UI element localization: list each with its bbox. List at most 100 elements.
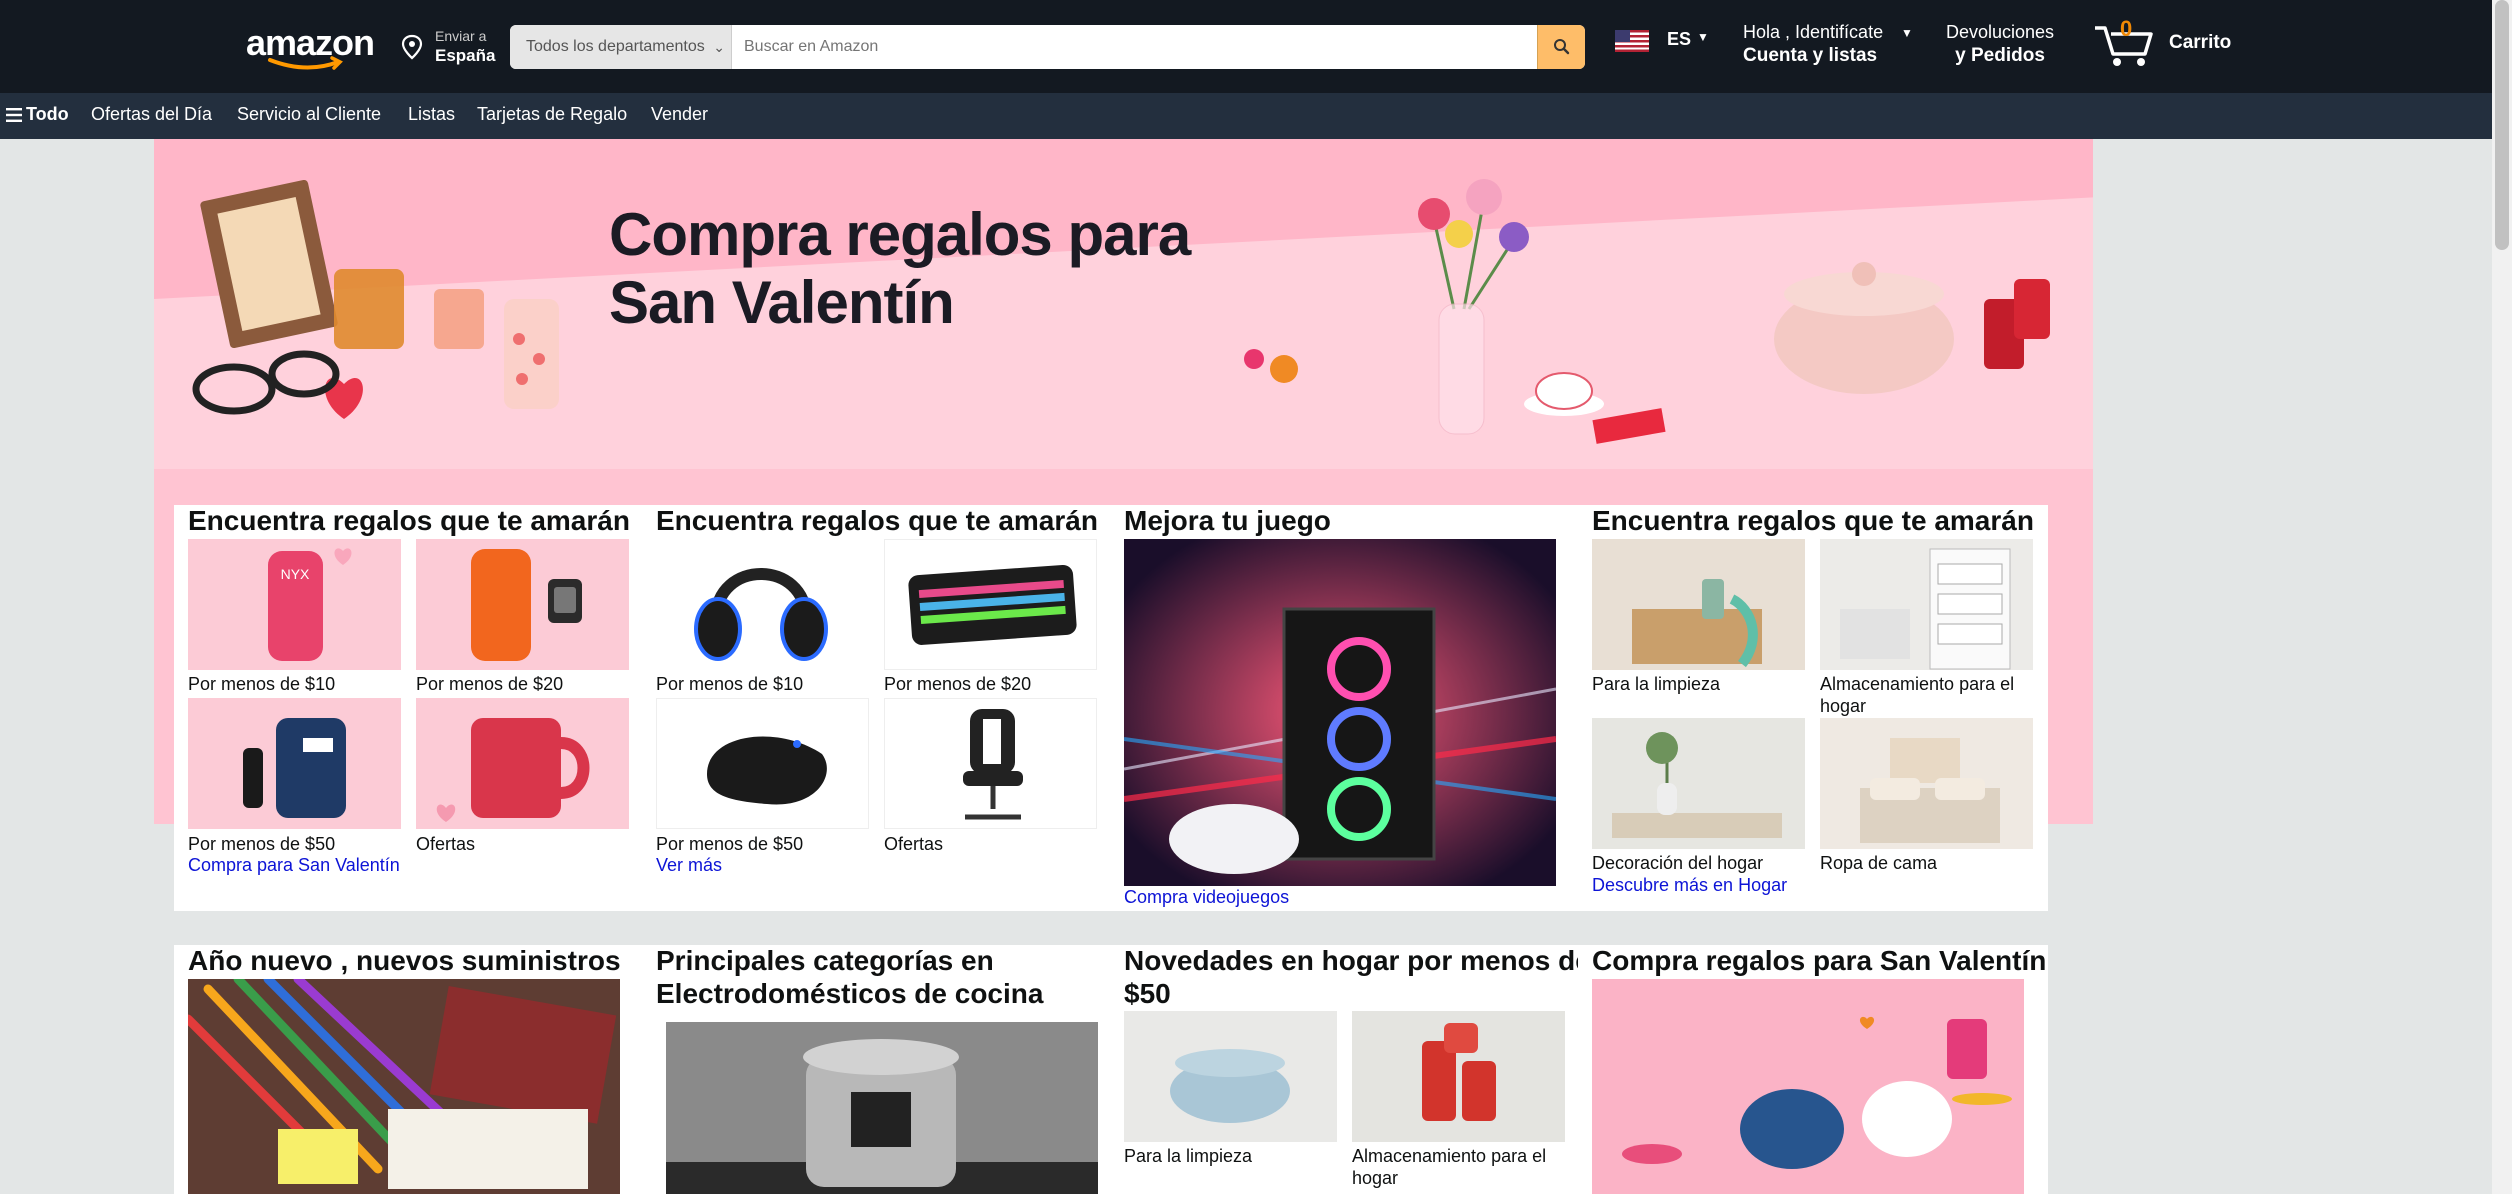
cart-label: Carrito xyxy=(2169,32,2232,53)
school-supplies-image[interactable] xyxy=(188,979,620,1194)
card-new-year-supplies: Año nuevo , nuevos suministros xyxy=(174,945,644,1194)
cleaning-basket-image xyxy=(1632,579,1762,668)
school-supplies-illustration xyxy=(188,979,620,1194)
card-title-line-2: Electrodomésticos de cocina xyxy=(656,978,1044,1009)
gaming-pc-illustration xyxy=(1124,539,1556,886)
card-link[interactable]: Compra videojuegos xyxy=(1124,887,1289,908)
tile-under-20[interactable] xyxy=(416,539,629,670)
gaming-pc-image[interactable] xyxy=(1124,539,1556,886)
tile-caption[interactable]: Por menos de $50 xyxy=(656,833,803,855)
product-image: NYX xyxy=(268,548,352,661)
product-image xyxy=(243,718,346,818)
card-link[interactable]: Descubre más en Hogar xyxy=(1592,875,1787,896)
account-greeting: Hola , Identifícate xyxy=(1743,22,1884,42)
tile-caption[interactable]: Para la limpieza xyxy=(1592,673,1720,695)
card-link[interactable]: Ver más xyxy=(656,855,722,876)
card-title: Encuentra regalos que te amarán xyxy=(188,505,630,536)
storage-drawers-image xyxy=(1840,548,2011,670)
mouse-image xyxy=(707,736,827,805)
subnav-listas[interactable]: Listas xyxy=(408,104,455,125)
tile-caption[interactable]: Ofertas xyxy=(884,833,943,855)
deliver-label: Enviar a xyxy=(435,28,487,44)
tile-caption[interactable]: Por menos de $10 xyxy=(188,673,335,695)
card-valentine-gifts: Compra regalos para San Valentín xyxy=(1578,945,2048,1194)
hero-title: Compra regalos para San Valentín xyxy=(609,201,1191,337)
card-home: Encuentra regalos que te amarán Para la … xyxy=(1578,505,2048,911)
tile-caption[interactable]: Por menos de $10 xyxy=(656,673,803,695)
deliver-location: España xyxy=(435,46,496,65)
chevron-down-icon: ⌄ xyxy=(713,39,725,55)
home-decor-image xyxy=(1612,732,1782,838)
subnav-all[interactable]: Todo xyxy=(26,104,69,125)
subnav-vender[interactable]: Vender xyxy=(651,104,708,125)
tile-caption[interactable]: Para la limpieza xyxy=(1124,1145,1252,1167)
tile-storage[interactable] xyxy=(1352,1011,1565,1142)
canisters-image xyxy=(1422,1023,1496,1121)
pressure-cooker-illustration xyxy=(666,1022,1098,1194)
card-title: Compra regalos para San Valentín xyxy=(1592,945,2047,976)
department-select[interactable]: Todos los departamentos ⌄ xyxy=(510,25,732,69)
returns-and-orders[interactable]: Devoluciones y Pedidos xyxy=(1946,22,2054,67)
tile-under-50[interactable] xyxy=(188,698,401,829)
returns-label: Devoluciones xyxy=(1946,22,2055,42)
hero-title-line-2: San Valentín xyxy=(609,269,955,336)
tile-caption[interactable]: Por menos de $20 xyxy=(416,673,563,695)
tile-caption[interactable]: Ofertas xyxy=(416,833,475,855)
card-link[interactable]: Compra para San Valentín xyxy=(188,855,400,876)
pressure-cooker-image[interactable] xyxy=(666,1022,1098,1194)
us-flag-icon xyxy=(1615,30,1649,52)
subnav-tarjetas-de-regalo[interactable]: Tarjetas de Regalo xyxy=(477,104,627,125)
keyboard-image xyxy=(908,564,1077,645)
location-pin-icon xyxy=(401,34,423,60)
valentine-gifts-illustration xyxy=(1592,979,2024,1194)
account-and-lists[interactable]: Hola , Identifícate Cuenta y listas ▼ xyxy=(1743,22,1913,67)
tile-caption[interactable]: Almacenamiento para el hogar xyxy=(1352,1145,1565,1189)
card-title-line-2: $50 xyxy=(1124,978,1171,1009)
amazon-logo[interactable]: amazon xyxy=(246,22,375,70)
tile-decoration[interactable] xyxy=(1592,718,1805,849)
tile-caption[interactable]: Por menos de $50 xyxy=(188,833,335,855)
tile-cleaning[interactable] xyxy=(1124,1011,1337,1142)
orders-label: y Pedidos xyxy=(1955,45,2045,66)
account-lists-label: Cuenta y listas xyxy=(1743,45,1878,66)
card-kitchen-appliances: Principales categorías en Electrodomésti… xyxy=(642,945,1110,1194)
card-gifts-1: Encuentra regalos que te amarán NYX Por … xyxy=(174,505,644,911)
tile-caption[interactable]: Ropa de cama xyxy=(1820,852,1937,874)
tile-offers[interactable] xyxy=(416,698,629,829)
search-icon xyxy=(1554,39,1570,55)
logo-smile-icon xyxy=(268,56,343,70)
page-scrollbar[interactable] xyxy=(2492,0,2512,1194)
tile-under-10[interactable] xyxy=(656,539,869,670)
card-title: Encuentra regalos que te amarán xyxy=(1592,505,2034,536)
subnav-ofertas-del-dia[interactable]: Ofertas del Día xyxy=(91,104,212,125)
hamburger-icon[interactable] xyxy=(6,108,22,122)
search-input[interactable] xyxy=(732,25,1527,69)
valentine-gifts-image[interactable] xyxy=(1592,979,2024,1194)
tile-offers[interactable] xyxy=(884,698,1097,829)
department-selected: Todos los departamentos xyxy=(526,38,705,55)
tile-caption[interactable]: Decoración del hogar xyxy=(1592,852,1763,874)
svg-text:NYX: NYX xyxy=(281,566,310,582)
scrollbar-thumb[interactable] xyxy=(2495,0,2509,250)
card-home-under-50: Novedades en hogar por menos de $50 Para… xyxy=(1110,945,1591,1194)
tile-storage[interactable] xyxy=(1820,539,2033,670)
card-title: Encuentra regalos que te amarán xyxy=(656,505,1098,536)
tile-bedding[interactable] xyxy=(1820,718,2033,849)
subnav-servicio-al-cliente[interactable]: Servicio al Cliente xyxy=(237,104,381,125)
top-navigation-bar: amazon Enviar a España Todos los departa… xyxy=(0,0,2512,93)
hero-gifts-left-illustration xyxy=(192,179,559,419)
gaming-chair-image xyxy=(963,709,1023,820)
card-gaming: Mejora tu juego Compra videojuegos xyxy=(1110,505,1578,911)
card-title-line-1: Novedades en hogar por menos de xyxy=(1124,945,1591,976)
tile-caption[interactable]: Por menos de $20 xyxy=(884,673,1031,695)
tile-cleaning[interactable] xyxy=(1592,539,1805,670)
cart-count: 0 xyxy=(2120,16,2133,41)
caret-down-icon: ▼ xyxy=(1697,30,1709,44)
tile-under-10[interactable]: NYX xyxy=(188,539,401,670)
card-title: Mejora tu juego xyxy=(1124,505,1331,536)
tile-under-20[interactable] xyxy=(884,539,1097,670)
search-button[interactable] xyxy=(1537,25,1585,69)
tile-caption[interactable]: Almacenamiento para el hogar xyxy=(1820,673,2033,717)
tile-under-50[interactable] xyxy=(656,698,869,829)
hero-table-setting-illustration xyxy=(1244,179,2050,444)
